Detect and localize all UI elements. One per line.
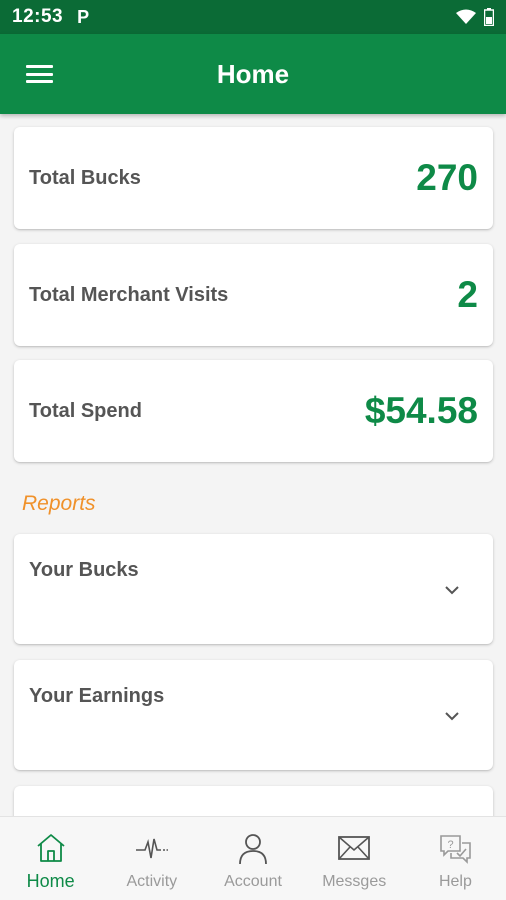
report-card-your-bucks[interactable]: Your Bucks (14, 534, 493, 644)
menu-icon[interactable] (26, 65, 53, 83)
nav-label: Home (26, 871, 75, 891)
stat-card-total-spend: Total Spend $54.58 (14, 360, 493, 462)
stat-label: Total Spend (29, 399, 142, 422)
nav-label: Account (224, 873, 282, 890)
bottom-navigation: Home Activity Account Messges ? Help (0, 816, 506, 900)
chevron-down-icon[interactable] (444, 582, 460, 598)
nav-label: Help (438, 873, 472, 890)
nav-item-home[interactable]: Home (0, 817, 101, 900)
report-label: Your Earnings (29, 685, 165, 707)
nav-item-account[interactable]: Account (202, 817, 303, 900)
help-icon: ? (440, 835, 472, 864)
wifi-icon (456, 9, 476, 24)
reports-section-title: Reports (22, 492, 96, 515)
stat-label: Total Bucks (29, 166, 141, 189)
parking-notification-icon: P (77, 6, 90, 27)
home-icon (37, 834, 65, 862)
activity-icon (135, 838, 168, 859)
chevron-down-icon[interactable] (444, 708, 460, 724)
app-bar: Home (0, 34, 506, 114)
report-label: Your Bucks (29, 559, 139, 581)
battery-icon (484, 8, 494, 26)
status-time: 12:53 (12, 6, 64, 27)
stat-card-total-bucks: Total Bucks 270 (14, 127, 493, 229)
report-card-partial[interactable] (14, 786, 493, 816)
nav-item-activity[interactable]: Activity (101, 817, 202, 900)
nav-item-messages[interactable]: Messges (304, 817, 405, 900)
main-content[interactable]: Total Bucks 270 Total Merchant Visits 2 … (0, 114, 506, 816)
nav-item-help[interactable]: ? Help (405, 817, 506, 900)
stat-value: $54.58 (364, 390, 478, 431)
nav-label: Messges (322, 873, 387, 890)
svg-text:?: ? (448, 839, 454, 851)
account-icon (239, 834, 267, 865)
stat-card-merchant-visits: Total Merchant Visits 2 (14, 244, 493, 346)
stat-label: Total Merchant Visits (29, 283, 229, 306)
stat-value: 270 (416, 157, 478, 198)
status-icons (456, 8, 494, 26)
stat-value: 2 (457, 274, 478, 315)
status-bar: 12:53 P (0, 0, 506, 34)
nav-label: Activity (126, 873, 178, 890)
page-title: Home (216, 58, 290, 89)
report-card-your-earnings[interactable]: Your Earnings (14, 660, 493, 770)
mail-icon (338, 836, 371, 860)
